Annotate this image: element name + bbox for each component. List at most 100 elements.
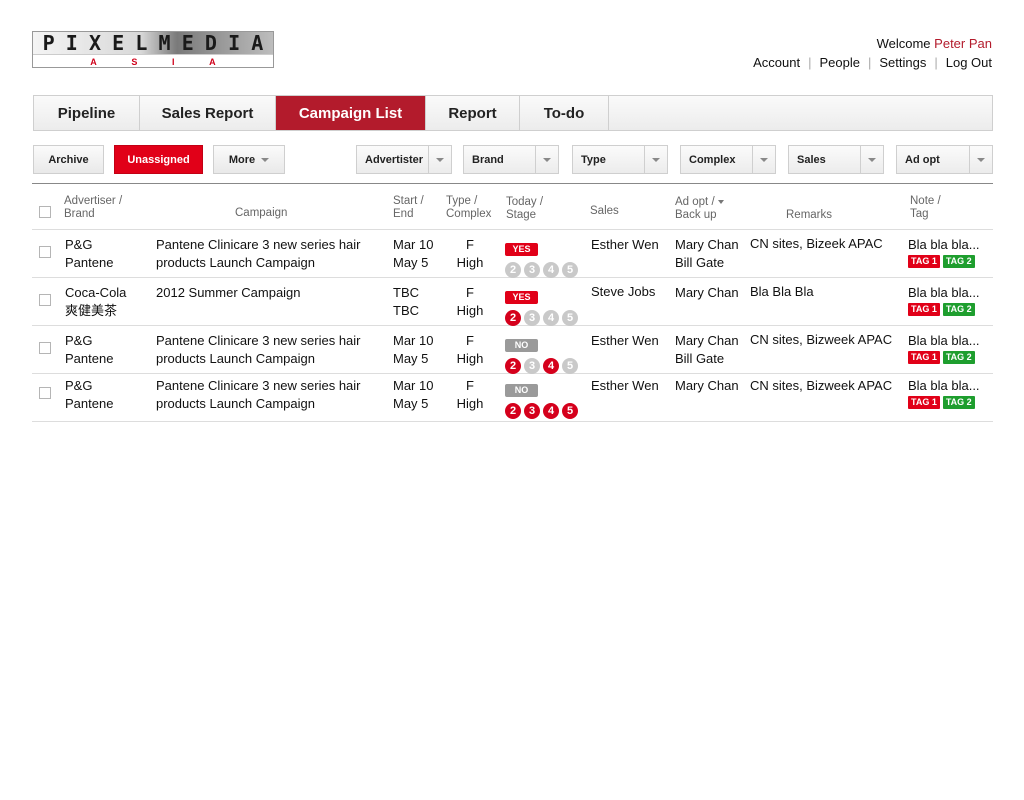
today-badge: NO (505, 339, 538, 352)
main-nav-tabs: Pipeline Sales Report Campaign List Repo… (33, 95, 993, 131)
tab-pipeline[interactable]: Pipeline (34, 96, 140, 130)
user-area: Welcome Peter Pan Account | People | Set… (753, 36, 992, 70)
divider: | (934, 55, 938, 70)
stage-4: 4 (543, 310, 559, 326)
stage-5: 5 (562, 403, 578, 419)
row-checkbox[interactable] (39, 246, 51, 258)
tag-list: TAG 1 TAG 2 (908, 396, 980, 409)
stage-indicators: 2 3 4 5 (505, 358, 578, 374)
tag-badge[interactable]: TAG 1 (908, 303, 940, 316)
type-complex-cell: F High (456, 285, 484, 318)
more-button[interactable]: More (213, 145, 285, 174)
sales-filter[interactable]: Sales (788, 145, 884, 174)
tab-todo[interactable]: To-do (520, 96, 609, 130)
tag-list: TAG 1 TAG 2 (908, 255, 980, 268)
stage-indicators: 2 3 4 5 (505, 310, 578, 326)
tab-sales-report[interactable]: Sales Report (140, 96, 276, 130)
account-link[interactable]: Account (753, 55, 800, 70)
more-button-label: More (228, 153, 256, 166)
adopt-backup-cell: Mary Chan Bill Gate (675, 237, 739, 270)
tab-campaign-list[interactable]: Campaign List (276, 96, 426, 130)
chevron-down-icon (261, 157, 270, 162)
today-stage-cell: YES 2 3 4 5 (505, 287, 578, 326)
advertiser-filter[interactable]: Advertister (356, 145, 452, 174)
header-advertiser-brand[interactable]: Advertiser / Brand (64, 195, 122, 221)
table-row[interactable]: P&G Pantene Pantene Clinicare 3 new seri… (32, 326, 993, 374)
filter-toolbar: Archive Unassigned More Advertister Bran… (33, 145, 993, 175)
campaign-cell[interactable]: Pantene Clinicare 3 new series hair prod… (156, 332, 361, 368)
header-start-end[interactable]: Start / End (393, 195, 424, 221)
header-sales[interactable]: Sales (590, 205, 619, 218)
stage-5: 5 (562, 262, 578, 278)
tag-badge[interactable]: TAG 1 (908, 396, 940, 409)
settings-link[interactable]: Settings (879, 55, 926, 70)
tag-badge[interactable]: TAG 1 (908, 351, 940, 364)
header-note-tag[interactable]: Note / Tag (910, 195, 941, 221)
remarks-cell: Bla Bla Bla (750, 284, 814, 299)
table-row[interactable]: Coca-Cola 爽健美茶 2012 Summer Campaign TBC … (32, 278, 993, 326)
campaign-cell[interactable]: Pantene Clinicare 3 new series hair prod… (156, 377, 361, 413)
tab-report[interactable]: Report (426, 96, 520, 130)
sales-cell: Esther Wen (591, 378, 659, 393)
adopt-filter[interactable]: Ad opt (896, 145, 993, 174)
select-all-checkbox[interactable] (39, 206, 51, 218)
header-today-stage[interactable]: Today / Stage (506, 196, 543, 222)
campaign-cell[interactable]: Pantene Clinicare 3 new series hair prod… (156, 236, 361, 272)
stage-4: 4 (543, 262, 559, 278)
stage-5: 5 (562, 358, 578, 374)
header-type-complex[interactable]: Type / Complex (446, 195, 491, 221)
complex-filter-label: Complex (689, 153, 736, 166)
stage-2: 2 (505, 310, 521, 326)
table-row[interactable]: P&G Pantene Pantene Clinicare 3 new seri… (32, 230, 993, 278)
stage-4: 4 (543, 358, 559, 374)
row-checkbox[interactable] (39, 294, 51, 306)
archive-button[interactable]: Archive (33, 145, 104, 174)
chevron-down-icon (543, 157, 551, 162)
chevron-down-icon (760, 157, 768, 162)
stage-3: 3 (524, 262, 540, 278)
row-checkbox[interactable] (39, 342, 51, 354)
people-link[interactable]: People (819, 55, 859, 70)
tag-badge[interactable]: TAG 2 (942, 396, 975, 409)
user-name: Peter Pan (934, 36, 992, 51)
today-stage-cell: YES 2 3 4 5 (505, 239, 578, 278)
header-campaign[interactable]: Campaign (235, 207, 287, 220)
table-row[interactable]: P&G Pantene Pantene Clinicare 3 new seri… (32, 374, 993, 422)
stage-indicators: 2 3 4 5 (505, 262, 578, 278)
unassigned-button[interactable]: Unassigned (114, 145, 203, 174)
advertiser-brand-cell: P&G Pantene (65, 333, 114, 366)
logout-link[interactable]: Log Out (946, 55, 992, 70)
tag-list: TAG 1 TAG 2 (908, 303, 980, 316)
header-remarks[interactable]: Remarks (786, 209, 832, 222)
stage-3: 3 (524, 358, 540, 374)
sales-cell: Esther Wen (591, 333, 659, 348)
stage-2: 2 (505, 262, 521, 278)
today-badge: NO (505, 384, 538, 397)
today-badge: YES (505, 291, 538, 304)
tag-badge[interactable]: TAG 2 (942, 303, 975, 316)
row-checkbox[interactable] (39, 387, 51, 399)
complex-filter[interactable]: Complex (680, 145, 776, 174)
sort-down-icon (717, 199, 724, 204)
type-complex-cell: F High (456, 378, 484, 411)
campaign-cell[interactable]: 2012 Summer Campaign (156, 284, 301, 302)
type-filter[interactable]: Type (572, 145, 668, 174)
stage-2: 2 (505, 358, 521, 374)
header-adopt-backup[interactable]: Ad opt / Back up (675, 196, 724, 222)
campaign-table: Advertiser / Brand Campaign Start / End … (32, 183, 993, 422)
today-stage-cell: NO 2 3 4 5 (505, 335, 578, 374)
tag-badge[interactable]: TAG 2 (942, 351, 975, 364)
dates-cell: Mar 10 May 5 (393, 237, 434, 270)
remarks-cell: CN sites, Bizeek APAC (750, 236, 883, 251)
stage-5: 5 (562, 310, 578, 326)
sales-cell: Esther Wen (591, 237, 659, 252)
adopt-backup-cell: Mary Chan (675, 378, 739, 393)
pixelmedia-logo: P I X E L M E D I A A S I A (32, 31, 274, 68)
remarks-cell: CN sites, Bizweek APAC (750, 332, 893, 347)
note-tag-cell: Bla bla bla... TAG 1 TAG 2 (908, 378, 980, 409)
tag-badge[interactable]: TAG 2 (942, 255, 975, 268)
dates-cell: TBC TBC (393, 285, 419, 318)
stage-3: 3 (524, 310, 540, 326)
tag-badge[interactable]: TAG 1 (908, 255, 940, 268)
brand-filter[interactable]: Brand (463, 145, 559, 174)
